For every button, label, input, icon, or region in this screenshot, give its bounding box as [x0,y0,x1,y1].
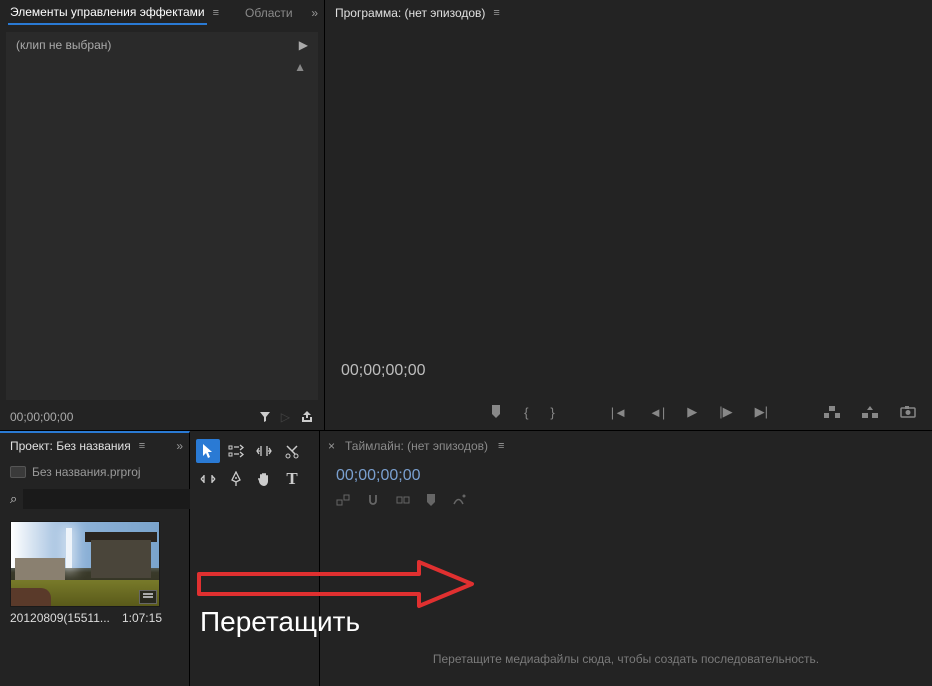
step-forward-icon[interactable]: |▶ [719,404,732,420]
effects-controls-panel: Элементы управления эффектами ≡ Области … [0,0,325,430]
project-header: Проект: Без названия ≡ » [0,433,189,459]
program-header: Программа: (нет эпизодов) ≡ [325,0,932,26]
video-badge-icon [139,590,157,604]
program-timecode[interactable]: 00;00;00;00 [341,362,916,390]
go-to-in-icon[interactable]: |◄ [611,405,627,420]
tab-effect-controls[interactable]: Элементы управления эффектами [8,1,207,25]
collapse-icon[interactable]: ▲ [6,58,318,76]
timeline-panel: × Таймлайн: (нет эпизодов) ≡ 00;00;00;00… [320,431,932,686]
hand-tool[interactable] [252,467,276,491]
expand-icon[interactable]: ▶ [299,38,308,52]
clip-name: 20120809(15511... [10,611,110,625]
effects-footer: 00;00;00;00 ▷ [0,406,324,430]
marker-icon[interactable] [490,405,502,419]
program-monitor-panel: Программа: (нет эпизодов) ≡ 00;00;00;00 … [325,0,932,430]
tab-timeline[interactable]: Таймлайн: (нет эпизодов) [343,435,490,457]
panel-menu-icon[interactable]: ≡ [139,440,145,452]
project-file-row: Без названия.prproj [0,459,189,485]
track-select-tool[interactable] [224,439,248,463]
clip-thumbnail[interactable] [10,521,160,607]
timeline-toolbar [320,485,932,513]
effects-timecode[interactable]: 00;00;00;00 [10,410,73,424]
effects-body: (клип не выбран) ▶ ▲ [6,32,318,400]
program-viewer [325,26,932,354]
overflow-chevron-icon[interactable]: » [311,6,316,20]
filter-icon[interactable] [259,411,271,423]
timeline-dropzone[interactable]: Перетащите медиафайлы сюда, чтобы создат… [320,513,932,686]
project-panel: Проект: Без названия ≡ » Без названия.pr… [0,431,190,686]
linked-selection-icon[interactable] [396,494,410,506]
marker-add-icon[interactable] [426,494,436,507]
panel-menu-icon[interactable]: ≡ [493,7,499,19]
step-back-icon[interactable]: ◄| [649,405,665,420]
transport-bar: { } |◄ ◄| ▶ |▶ ▶| [325,398,932,430]
panel-menu-icon[interactable]: ≡ [213,7,219,19]
effects-header: Элементы управления эффектами ≡ Области … [0,0,324,26]
timeline-header: × Таймлайн: (нет эпизодов) ≡ [320,431,932,461]
extract-icon[interactable] [862,406,878,418]
insert-mode-icon[interactable] [336,494,350,506]
no-clip-label: (клип не выбран) [16,38,111,52]
project-file-name: Без названия.prproj [32,465,141,479]
bin-icon [10,466,26,478]
pen-tool[interactable] [224,467,248,491]
export-icon[interactable] [300,411,314,423]
settings-icon[interactable] [452,493,466,507]
clip-item[interactable]: 20120809(15511... 1:07:15 [0,517,189,633]
in-point-icon[interactable]: { [524,405,528,420]
search-input[interactable] [23,489,190,509]
lift-icon[interactable] [824,406,840,418]
play-icon[interactable]: ▶ [687,404,697,420]
go-to-out-icon[interactable]: ▶| [755,404,768,420]
timeline-timecode[interactable]: 00;00;00;00 [320,461,932,485]
tools-panel: T [190,431,320,686]
slip-tool[interactable] [196,467,220,491]
selection-tool[interactable] [196,439,220,463]
search-icon: ⌕ [10,491,17,507]
overflow-chevron-icon[interactable]: » [176,439,181,453]
close-icon[interactable]: × [328,439,335,453]
dropzone-text: Перетащите медиафайлы сюда, чтобы создат… [433,652,819,666]
export-frame-icon[interactable] [900,406,916,418]
razor-tool[interactable] [280,439,304,463]
tab-program[interactable]: Программа: (нет эпизодов) [333,2,487,24]
out-point-icon[interactable]: } [550,405,554,420]
bypass-icon[interactable]: ▷ [281,410,290,424]
type-tool[interactable]: T [280,467,304,491]
ripple-edit-tool[interactable] [252,439,276,463]
tab-regions[interactable]: Области [243,2,295,24]
clip-duration: 1:07:15 [122,611,162,625]
tab-project[interactable]: Проект: Без названия [8,435,133,457]
no-clip-row: (клип не выбран) ▶ [6,32,318,58]
panel-menu-icon[interactable]: ≡ [498,440,504,452]
search-row: ⌕ [0,485,189,517]
snap-icon[interactable] [366,493,380,507]
